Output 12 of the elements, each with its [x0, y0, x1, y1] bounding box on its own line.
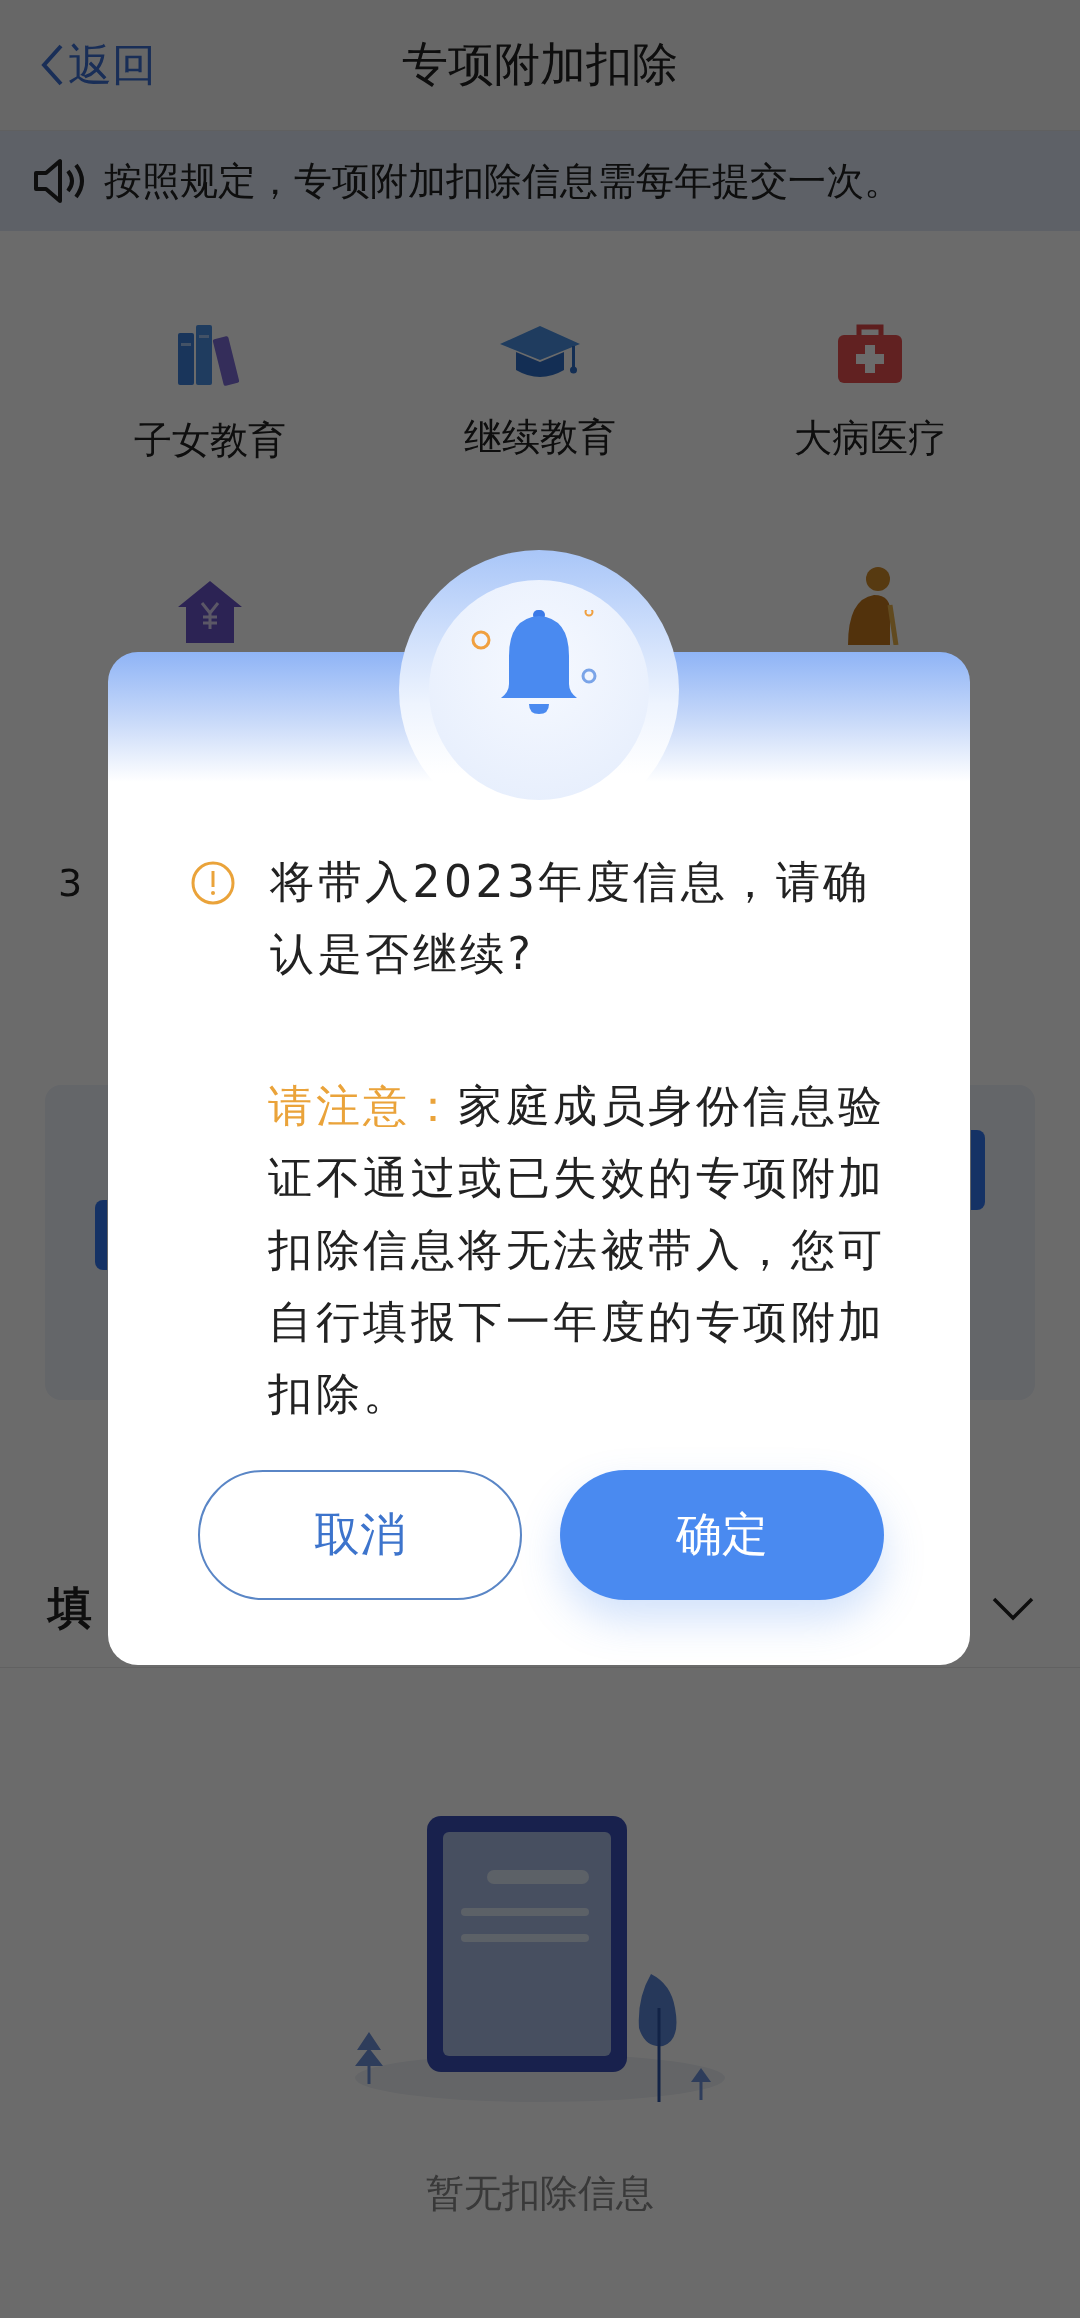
section-title: 填	[48, 1581, 92, 1635]
notice-paragraph: 请注意：家庭成员身份信息验证不通过或已失效的专项附加扣除信息将无法被带入，您可自行填报下一年度的专项附加扣除。	[268, 1079, 887, 1421]
category-label[interactable]: 子女教育	[134, 415, 286, 466]
row-text: 3	[58, 861, 83, 905]
page-title: 专项附加扣除	[402, 37, 678, 91]
cancel-button[interactable]: 取消	[198, 1470, 522, 1600]
dialog-message: 将带入2023年度信息，请确认是否继续?	[270, 855, 872, 981]
confirm-button[interactable]: 确定	[560, 1470, 884, 1600]
category-label[interactable]: 大病医疗	[794, 413, 946, 464]
category-label[interactable]: 继续教育	[464, 412, 616, 463]
back-button[interactable]: 返回	[40, 35, 156, 95]
notice-text: 按照规定，专项附加扣除信息需每年提交一次。	[104, 157, 902, 205]
